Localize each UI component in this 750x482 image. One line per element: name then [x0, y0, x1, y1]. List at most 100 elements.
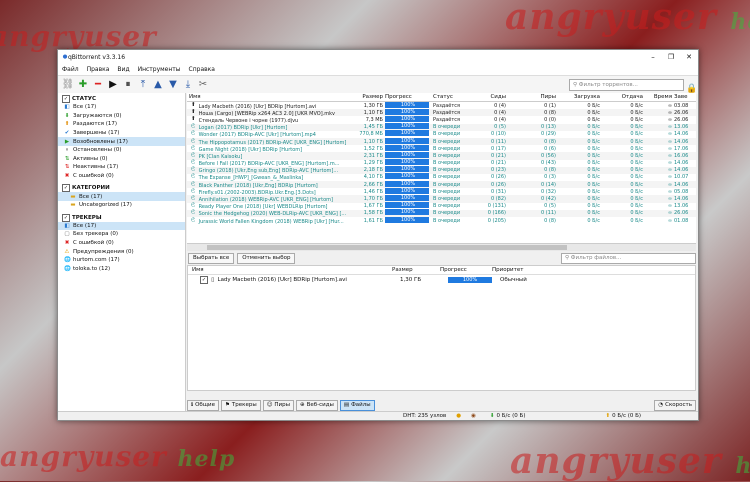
move-down-icon[interactable]: ▼: [167, 79, 179, 91]
tab-webseeds[interactable]: ⊕ Веб-сиды: [295, 399, 338, 411]
status-checkbox[interactable]: ✓: [62, 95, 70, 103]
sidebar-item-status[interactable]: ✖ С ошибкой (0): [58, 172, 185, 181]
col-name[interactable]: Имя: [187, 94, 357, 100]
sidebar-item-status[interactable]: ⇅ Неактивны (17): [58, 163, 185, 172]
col-size[interactable]: Размер: [357, 94, 383, 100]
category-checkbox[interactable]: ✓: [62, 184, 70, 193]
sidebar-item-tracker[interactable]: ▢ Без трекера (0): [58, 230, 185, 239]
torrent-size: 1,58 ГБ: [363, 210, 383, 217]
file-toolbar: Выбрать все Отменить выбор ⚲ Фильтр файл…: [187, 251, 696, 265]
file-checkbox[interactable]: ✓: [200, 275, 208, 284]
complete-icon: ✔: [64, 130, 70, 137]
alt-speed-icon[interactable]: ◉: [471, 413, 476, 419]
sidebar-item-tracker[interactable]: 🌐 toloka.to (12): [58, 265, 185, 274]
maximize-button[interactable]: ❐: [662, 53, 680, 61]
table-row[interactable]: ◴ Jurassic World Fallen Kingdom (2018) W…: [187, 216, 696, 225]
pause-icon[interactable]: ⏸: [122, 79, 134, 91]
progress-bar: 100%: [385, 173, 429, 180]
sidebar-item-status[interactable]: ⏸ Остановлены (0): [58, 146, 185, 155]
menu-help[interactable]: Справка: [189, 66, 215, 73]
col-upload[interactable]: Отдача: [600, 94, 643, 100]
move-bottom-icon[interactable]: ⤓: [182, 79, 194, 91]
watermark: angryuser help: [510, 440, 750, 482]
sidebar-item-status[interactable]: ⬇ Загружаются (0): [58, 112, 185, 121]
col-peers[interactable]: Пиры: [506, 94, 556, 100]
file-priority[interactable]: Обычный: [500, 277, 560, 283]
file-col-priority[interactable]: Приоритет: [492, 267, 552, 273]
file-col-progress[interactable]: Прогресс: [440, 267, 492, 273]
torrent-seeds: 0 (4): [494, 109, 506, 116]
connection-icon[interactable]: ●: [456, 413, 461, 419]
torrent-peers: 0 (8): [544, 167, 556, 174]
add-link-icon[interactable]: ⛓: [62, 79, 75, 91]
sidebar-item-tracker[interactable]: 🌐 hurtom.com (17): [58, 256, 185, 265]
select-none-button[interactable]: Отменить выбор: [237, 252, 296, 264]
seeding-icon: ⬆: [191, 108, 195, 115]
tracker-icon: ◧: [64, 222, 70, 229]
upload-speed[interactable]: 0 Б/с (0 Б): [612, 413, 641, 419]
menu-file[interactable]: Файл: [62, 66, 79, 73]
move-top-icon[interactable]: ⤒: [137, 79, 149, 91]
download-speed[interactable]: 0 Б/с (0 Б): [497, 413, 526, 419]
close-button[interactable]: ✕: [680, 53, 698, 61]
torrent-size: 1,61 ГБ: [363, 217, 383, 224]
sidebar-item-status[interactable]: ⬆ Раздаются (17): [58, 120, 185, 129]
delete-icon[interactable]: ━: [92, 79, 104, 91]
file-size: 1,30 ГБ: [400, 276, 422, 283]
file-icon: ▯: [211, 276, 215, 283]
tab-peers[interactable]: ☺ Пиры: [262, 399, 294, 411]
file-col-name[interactable]: Имя: [188, 267, 392, 273]
menu-tools[interactable]: Инструменты: [138, 66, 181, 73]
move-up-icon[interactable]: ▲: [152, 79, 164, 91]
torrent-ul-speed: 0 Б/с: [630, 210, 643, 217]
options-icon[interactable]: ✂: [197, 79, 209, 91]
status-section-header[interactable]: ✓ СТАТУС: [58, 95, 185, 103]
torrent-dl-speed: 0 Б/с: [587, 217, 600, 224]
sidebar: ✓ СТАТУС ◧ Все (17) ⬇ Загружаются (0) ⬆ Раздаю…: [58, 93, 186, 413]
file-search-input[interactable]: ⚲ Фильтр файлов...: [561, 252, 696, 264]
sidebar-item-category-all[interactable]: ▬ Все (17): [58, 192, 185, 201]
tracker-section-header[interactable]: ✓ ТРЕКЕРЫ: [58, 213, 185, 222]
sidebar-item-status[interactable]: ⇅ Активны (0): [58, 155, 185, 164]
col-eta[interactable]: Время: [643, 94, 672, 100]
tab-files[interactable]: ▤ Файлы: [339, 399, 375, 411]
speed-button[interactable]: ◔ Скорость: [654, 399, 696, 411]
add-torrent-icon[interactable]: ✚: [77, 79, 89, 91]
col-seeds[interactable]: Сиды: [481, 94, 506, 100]
torrent-seeds: 0 (31): [490, 188, 506, 195]
horizontal-scrollbar[interactable]: [187, 243, 696, 251]
sidebar-item-tracker[interactable]: ⚠ Предупреждения (0): [58, 247, 185, 256]
col-completed[interactable]: Заве: [672, 94, 696, 100]
torrent-table: Имя Размер Прогресс Статус Сиды Пиры Заг…: [187, 93, 696, 243]
resume-icon[interactable]: ▶: [107, 79, 119, 91]
tracker-checkbox[interactable]: ✓: [62, 213, 70, 222]
torrent-dl-speed: 0 Б/с: [587, 181, 600, 188]
sidebar-item-tracker[interactable]: ✖ С ошибкой (0): [58, 239, 185, 248]
torrent-peers: 0 (5): [544, 203, 556, 210]
tab-trackers[interactable]: ⚑ Трекеры: [220, 399, 261, 411]
torrent-eta: ∞: [667, 124, 672, 131]
select-all-button[interactable]: Выбрать все: [188, 252, 235, 264]
pause-icon: ⏸: [65, 147, 69, 154]
sidebar-item-status[interactable]: ▶ Возобновлены (17): [58, 137, 185, 146]
category-section-header[interactable]: ✓ КАТЕГОРИИ: [58, 184, 185, 193]
torrent-status: В очереди: [433, 145, 461, 152]
menu-edit[interactable]: Правка: [87, 66, 110, 73]
tab-general[interactable]: ℹ Общие: [187, 399, 219, 411]
minimize-button[interactable]: –: [644, 53, 662, 61]
sidebar-item-status[interactable]: ✔ Завершены (17): [58, 129, 185, 138]
col-download[interactable]: Загрузка: [556, 94, 600, 100]
sidebar-item-tracker[interactable]: ◧ Все (17): [58, 221, 185, 231]
col-status[interactable]: Статус: [431, 94, 481, 100]
file-col-size[interactable]: Размер: [392, 267, 440, 273]
sidebar-item-uncategorized[interactable]: ▬ Uncategorized (17): [58, 201, 185, 210]
torrent-peers: 0 (3): [544, 174, 556, 181]
scroll-thumb[interactable]: [207, 245, 567, 250]
menu-view[interactable]: Вид: [117, 66, 129, 73]
tracker-icon: 🌐: [64, 257, 71, 264]
torrent-search-input[interactable]: ⚲ Фильтр торрентов...: [569, 79, 684, 91]
torrent-eta: ∞: [667, 203, 672, 210]
col-progress[interactable]: Прогресс: [383, 94, 431, 100]
file-row[interactable]: ✓ ▯ Lady Macbeth (2016) [Ukr] BDRip [Hur…: [188, 275, 695, 284]
sidebar-item-status[interactable]: ◧ Все (17): [58, 103, 185, 112]
